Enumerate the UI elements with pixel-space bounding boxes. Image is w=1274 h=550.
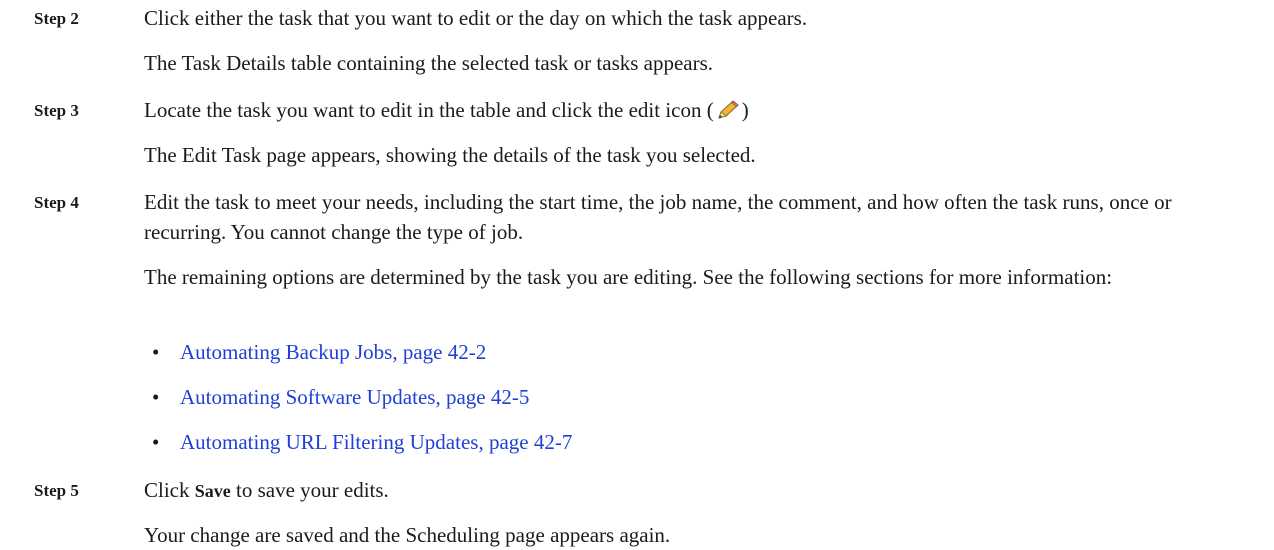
pencil-edit-icon: [716, 99, 740, 129]
step-3-instruction-text: Locate the task you want to edit in the …: [144, 98, 714, 122]
bullet-2: •: [152, 385, 160, 409]
bullet-1: •: [152, 340, 160, 364]
step-5-label: Step 5: [34, 481, 79, 500]
step-5-rest-text: to save your edits.: [230, 478, 389, 502]
step-3-label: Step 3: [34, 101, 79, 120]
step-2-instruction: Click either the task that you want to e…: [144, 6, 808, 30]
link-automating-software-updates[interactable]: Automating Software Updates, page 42-5: [180, 382, 529, 412]
step-3-instruction-close: ): [741, 98, 749, 122]
step-4-instruction: Edit the task to meet your needs, includ…: [144, 190, 1172, 244]
save-button-reference: Save: [194, 481, 231, 501]
step-5-result: Your change are saved and the Scheduling…: [144, 523, 671, 547]
step-4-note: The remaining options are determined by …: [144, 265, 1113, 289]
link-automating-url-filtering-updates[interactable]: Automating URL Filtering Updates, page 4…: [180, 427, 572, 457]
step-5-click-text: Click: [144, 478, 195, 502]
step-3-result: The Edit Task page appears, showing the …: [144, 143, 756, 167]
bullet-3: •: [152, 430, 160, 454]
step-3-instruction: Locate the task you want to edit in the …: [144, 95, 1254, 129]
step-5-instruction: Click Save to save your edits.: [144, 475, 1254, 506]
document-page: Step 2 Click either the task that you wa…: [0, 0, 1274, 550]
step-4-label: Step 4: [34, 193, 79, 212]
step-2-label: Step 2: [34, 9, 79, 28]
step-2-result: The Task Details table containing the se…: [144, 51, 714, 75]
link-automating-backup-jobs[interactable]: Automating Backup Jobs, page 42-2: [180, 337, 486, 367]
